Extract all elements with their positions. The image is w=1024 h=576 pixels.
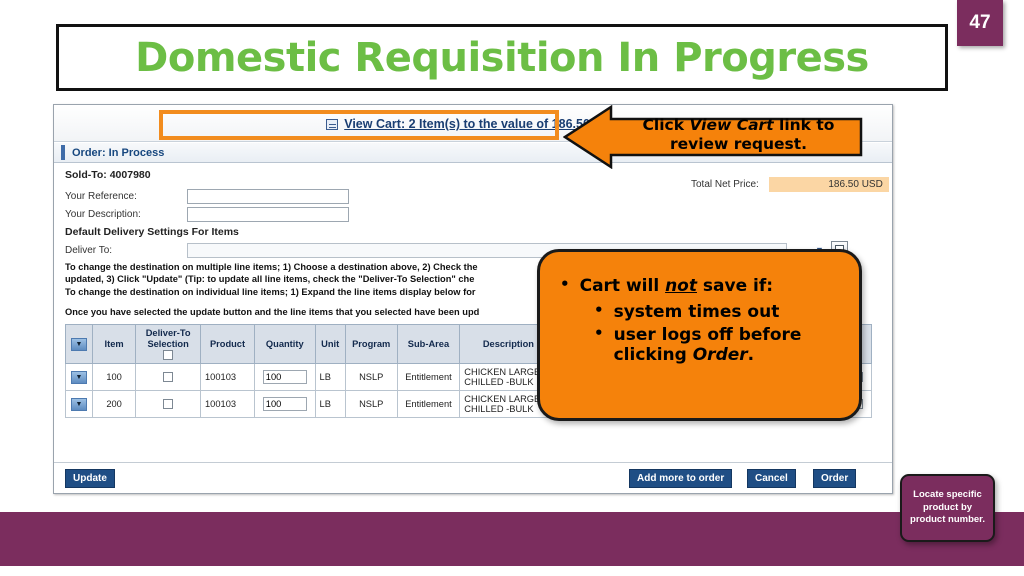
deliver-to-checkbox[interactable]	[163, 372, 174, 383]
cell-product: 100103	[200, 363, 256, 392]
note-callout-list: • Cart will not save if: • system times …	[548, 276, 851, 365]
note-callout-cart-warning: • Cart will not save if: • system times …	[537, 249, 862, 421]
header-program: Program	[344, 323, 398, 365]
header-deliver-to-selection-label: Deliver-To Selection	[145, 328, 191, 349]
page-number-badge: 47	[957, 0, 1003, 46]
deliver-to-label: Deliver To:	[65, 245, 113, 256]
header-product: Product	[200, 323, 256, 365]
note-bullet-3: • user logs off before clicking Order.	[594, 325, 851, 365]
note-b1-post: save if:	[697, 276, 774, 296]
quantity-input[interactable]	[262, 397, 307, 412]
default-delivery-settings-title: Default Delivery Settings For Items	[65, 226, 239, 238]
chevron-down-icon[interactable]: ▼	[71, 397, 87, 411]
your-description-input[interactable]	[187, 207, 349, 222]
your-reference-label: Your Reference:	[65, 191, 137, 202]
update-button[interactable]: Update	[65, 469, 115, 488]
page-number-text: 47	[969, 12, 991, 33]
add-more-to-order-button[interactable]: Add more to order	[629, 469, 733, 488]
cell-quantity[interactable]	[254, 363, 316, 392]
total-net-price-value: 186.50 USD	[768, 177, 889, 192]
sold-to-label: Sold-To: 4007980	[65, 169, 151, 181]
cell-deliver-to-selection[interactable]	[135, 390, 202, 419]
cell-product: 100103	[200, 390, 256, 419]
note-b3-post: .	[747, 345, 755, 365]
quantity-input[interactable]	[262, 370, 307, 385]
note-bullet-1: • Cart will not save if:	[560, 276, 851, 296]
note-bullet-2: • system times out	[594, 302, 851, 322]
view-cart-highlight-box	[159, 110, 559, 140]
arrow-callout-text: Click View Cart link to review request.	[621, 116, 856, 155]
cell-deliver-to-selection[interactable]	[135, 363, 202, 392]
note-b1-pre: Cart will	[579, 276, 666, 296]
cancel-button[interactable]: Cancel	[747, 469, 796, 488]
purple-callout-locate-product: Locate specific product by product numbe…	[900, 474, 995, 542]
arrow-line1-post: link to	[773, 116, 835, 134]
total-net-price-row: Total Net Price: 186.50 USD	[691, 177, 889, 192]
cell-quantity[interactable]	[254, 390, 316, 419]
arrow-line1-emphasis: View Cart	[689, 116, 774, 134]
bullet-glyph: •	[594, 301, 604, 319]
chevron-down-icon[interactable]: ▼	[71, 370, 87, 384]
row-expand-cell[interactable]: ▼	[65, 363, 93, 392]
cell-program: NSLP	[344, 390, 398, 419]
header-item: Item	[91, 323, 137, 365]
slide-footer-bar	[0, 512, 1024, 566]
order-button[interactable]: Order	[813, 469, 857, 488]
header-quantity: Quantity	[254, 323, 316, 365]
bullet-glyph: •	[594, 324, 604, 342]
header-unit: Unit	[314, 323, 346, 365]
cell-item: 100	[91, 363, 137, 392]
arrow-line1-pre: Click	[642, 116, 690, 134]
note-bullet-1-text: Cart will not save if:	[580, 276, 773, 296]
row-expand-cell[interactable]: ▼	[65, 390, 93, 419]
action-button-bar: Update Add more to order Cancel Order	[54, 462, 892, 493]
cell-item: 200	[91, 390, 137, 419]
header-sub-area: Sub-Area	[396, 323, 461, 365]
your-reference-input[interactable]	[187, 189, 349, 204]
your-reference-row: Your Reference:	[65, 189, 349, 204]
cell-unit: LB	[314, 363, 346, 392]
chevron-down-icon[interactable]: ▼	[71, 337, 87, 351]
arrow-line2: review request.	[669, 135, 808, 154]
deliver-to-checkbox[interactable]	[163, 399, 174, 410]
page-title: Domestic Requisition In Progress	[135, 34, 869, 81]
note-b1-emphasis: not	[665, 276, 697, 296]
header-deliver-to-selection: Deliver-To Selection	[135, 323, 202, 365]
note-bullet-3-text: user logs off before clicking Order.	[614, 325, 802, 365]
cell-sub-area: Entitlement	[396, 363, 461, 392]
purple-callout-text: Locate specific product by product numbe…	[910, 489, 985, 526]
arrow-callout-view-cart: Click View Cart link to review request.	[563, 105, 863, 169]
cell-program: NSLP	[344, 363, 398, 392]
note-b3-line2-pre: clicking	[613, 345, 693, 365]
header-expand-all[interactable]: ▼	[65, 323, 93, 365]
deliver-to-select-all-checkbox[interactable]	[163, 349, 174, 360]
order-header-label: Order: In Process	[72, 146, 165, 159]
total-net-price-label: Total Net Price:	[691, 179, 759, 190]
cell-sub-area: Entitlement	[396, 390, 461, 419]
bullet-glyph: •	[560, 275, 570, 293]
note-b3-emphasis: Order	[692, 345, 748, 365]
note-b3-line1: user logs off before	[613, 325, 802, 345]
note-bullet-2-text: system times out	[613, 302, 780, 322]
slide-title-banner: Domestic Requisition In Progress	[56, 24, 948, 91]
your-description-row: Your Description:	[65, 207, 349, 222]
order-header-accent	[61, 145, 65, 160]
your-description-label: Your Description:	[65, 209, 141, 220]
cell-unit: LB	[314, 390, 346, 419]
